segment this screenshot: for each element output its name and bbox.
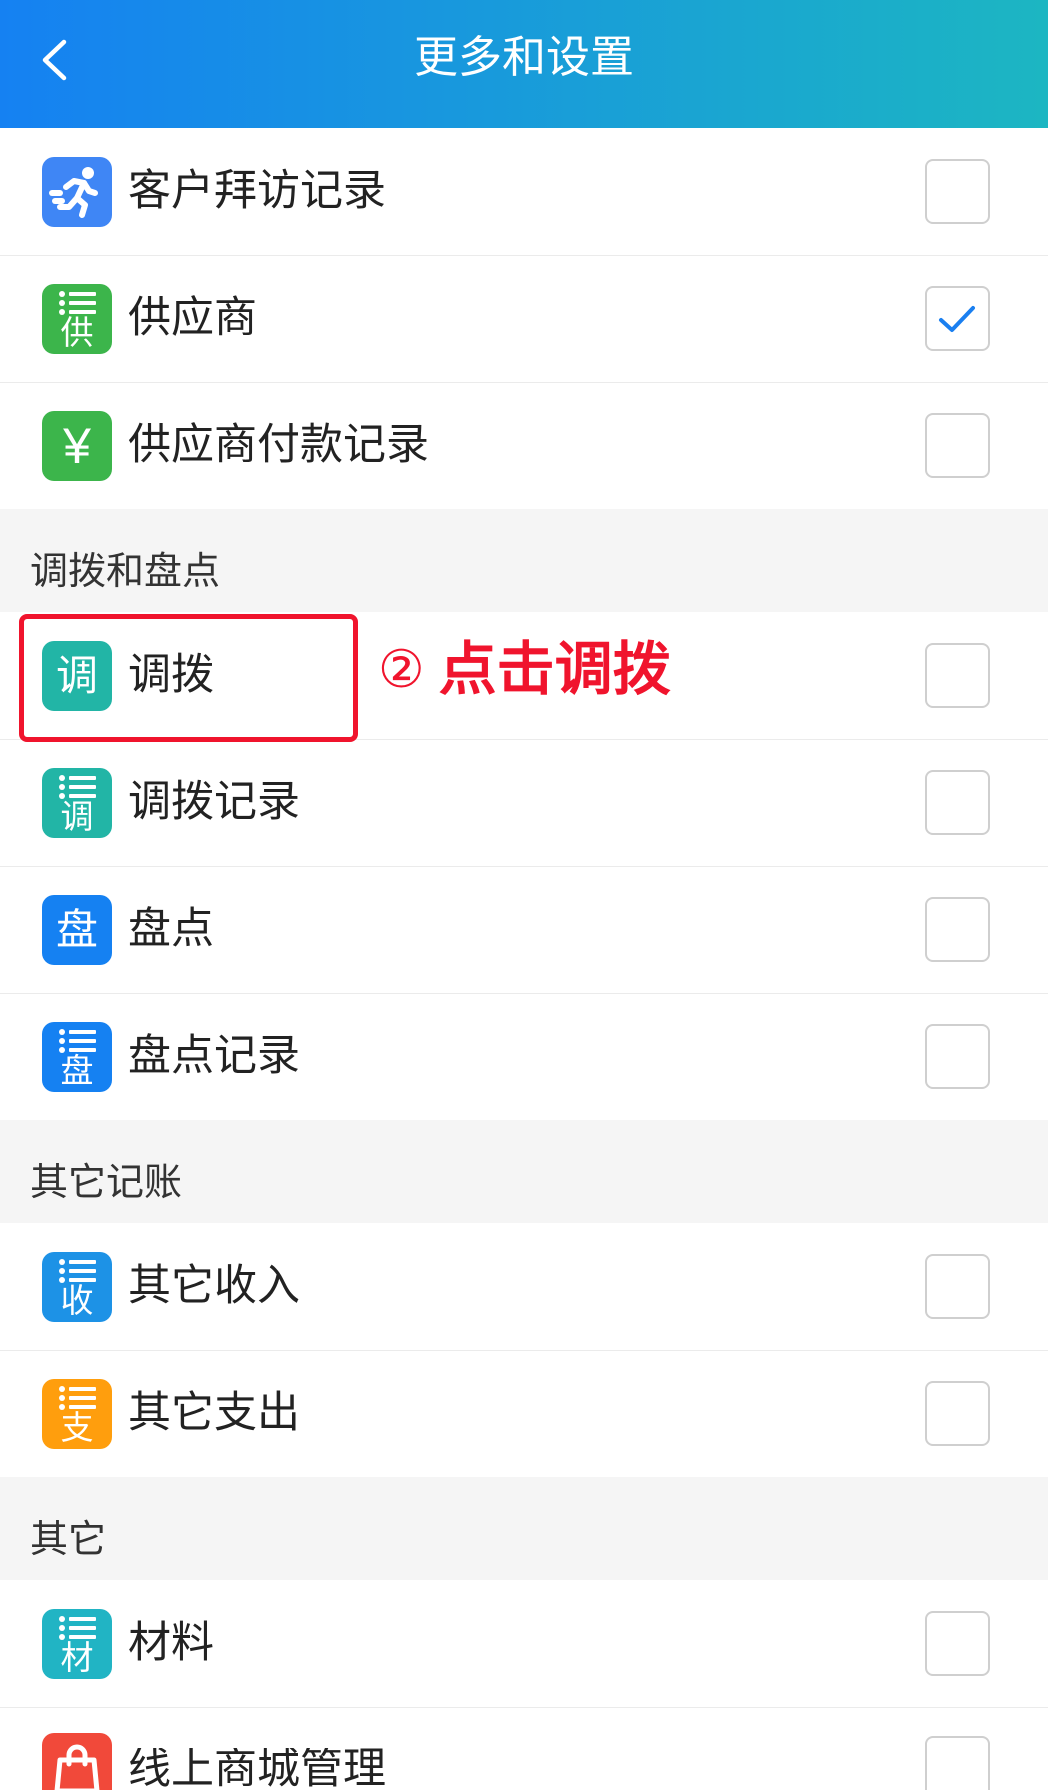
shopping-bag-icon [42,1733,112,1790]
menu-row-suppliers[interactable]: 供 供应商 [0,255,1048,382]
row-label: 供应商付款记录 [128,421,429,470]
row-checkbox[interactable] [925,642,990,708]
material-list-icon: 材 [42,1608,112,1679]
list-lines [59,1258,96,1283]
row-checkbox[interactable] [925,1736,990,1790]
row-checkbox[interactable] [925,1381,990,1446]
section-title: 调拨和盘点 [0,509,1048,612]
group-general: 客户拜访记录 供 供应商 ¥ 供应商付款记录 [0,128,1048,509]
menu-row-other-expense[interactable]: 支 其它支出 [0,1350,1048,1477]
group-other-accounting: 收 其它收入 支 其它支出 [0,1223,1048,1477]
running-person-icon [42,156,112,227]
list-lines [59,775,96,799]
row-label: 盘点 [128,905,214,954]
group-other: 材 材料 线上商城管理 [0,1580,1048,1790]
row-label: 其它收入 [128,1261,300,1310]
menu-row-customer-visit-records[interactable]: 客户拜访记录 [0,128,1048,255]
icon-glyph: 盘 [60,1052,94,1089]
icon-glyph: ¥ [63,418,91,474]
income-list-icon: 收 [42,1251,112,1322]
menu-row-online-store-management[interactable]: 线上商城管理 [0,1707,1048,1790]
icon-glyph: 材 [60,1638,94,1676]
row-label: 材料 [128,1618,214,1667]
icon-glyph: 支 [60,1409,94,1446]
checkmark-icon [939,306,975,332]
menu-row-materials[interactable]: 材 材料 [0,1580,1048,1707]
list-lines [59,291,96,315]
settings-screen: 更多和设置 客户拜访记录 供 供应商 ¥ 供应商付款记录 调拨和盘点 调 调拨 … [0,0,1048,1790]
menu-row-stocktake[interactable]: 盘 盘点 [0,866,1048,993]
menu-row-transfer-records[interactable]: 调 调拨记录 [0,739,1048,866]
icon-glyph: 调 [60,798,94,835]
yuan-icon: ¥ [42,411,112,481]
list-lines [59,1615,96,1640]
row-label: 其它支出 [128,1389,300,1438]
row-label: 调拨记录 [128,778,300,827]
icon-glyph: 收 [60,1281,94,1319]
list-lines [59,1029,96,1053]
expense-list-icon: 支 [42,1379,112,1449]
row-label: 盘点记录 [128,1032,300,1081]
annotation-step-marker: ② [378,640,425,700]
stocktake-icon: 盘 [42,895,112,965]
list-lines [59,1386,96,1410]
menu-row-supplier-payment-records[interactable]: ¥ 供应商付款记录 [0,382,1048,509]
annotation-instruction: 点击调拨 [438,637,671,702]
row-checkbox[interactable] [925,1253,990,1319]
section-title: 其它记账 [0,1120,1048,1223]
row-checkbox[interactable] [925,770,990,835]
row-checkbox[interactable] [925,158,990,224]
section-title: 其它 [0,1477,1048,1580]
stocktake-list-icon: 盘 [42,1022,112,1092]
row-label: 客户拜访记录 [128,166,386,215]
page-title: 更多和设置 [414,33,634,82]
top-bar: 更多和设置 [0,0,1048,128]
row-label: 线上商城管理 [128,1748,386,1790]
row-checkbox[interactable] [925,286,990,351]
row-checkbox[interactable] [925,413,990,478]
annotation-callout: ② 点击调拨 [378,636,671,704]
transfer-list-icon: 调 [42,768,112,838]
supplier-list-icon: 供 [42,284,112,354]
menu-row-other-income[interactable]: 收 其它收入 [0,1223,1048,1350]
row-checkbox[interactable] [925,897,990,962]
menu-row-stocktake-records[interactable]: 盘 盘点记录 [0,993,1048,1120]
icon-glyph: 供 [60,314,94,351]
annotation-highlight-box [19,614,358,742]
row-label: 供应商 [128,294,257,343]
row-checkbox[interactable] [925,1610,990,1676]
row-checkbox[interactable] [925,1024,990,1089]
icon-glyph: 盘 [55,906,98,953]
